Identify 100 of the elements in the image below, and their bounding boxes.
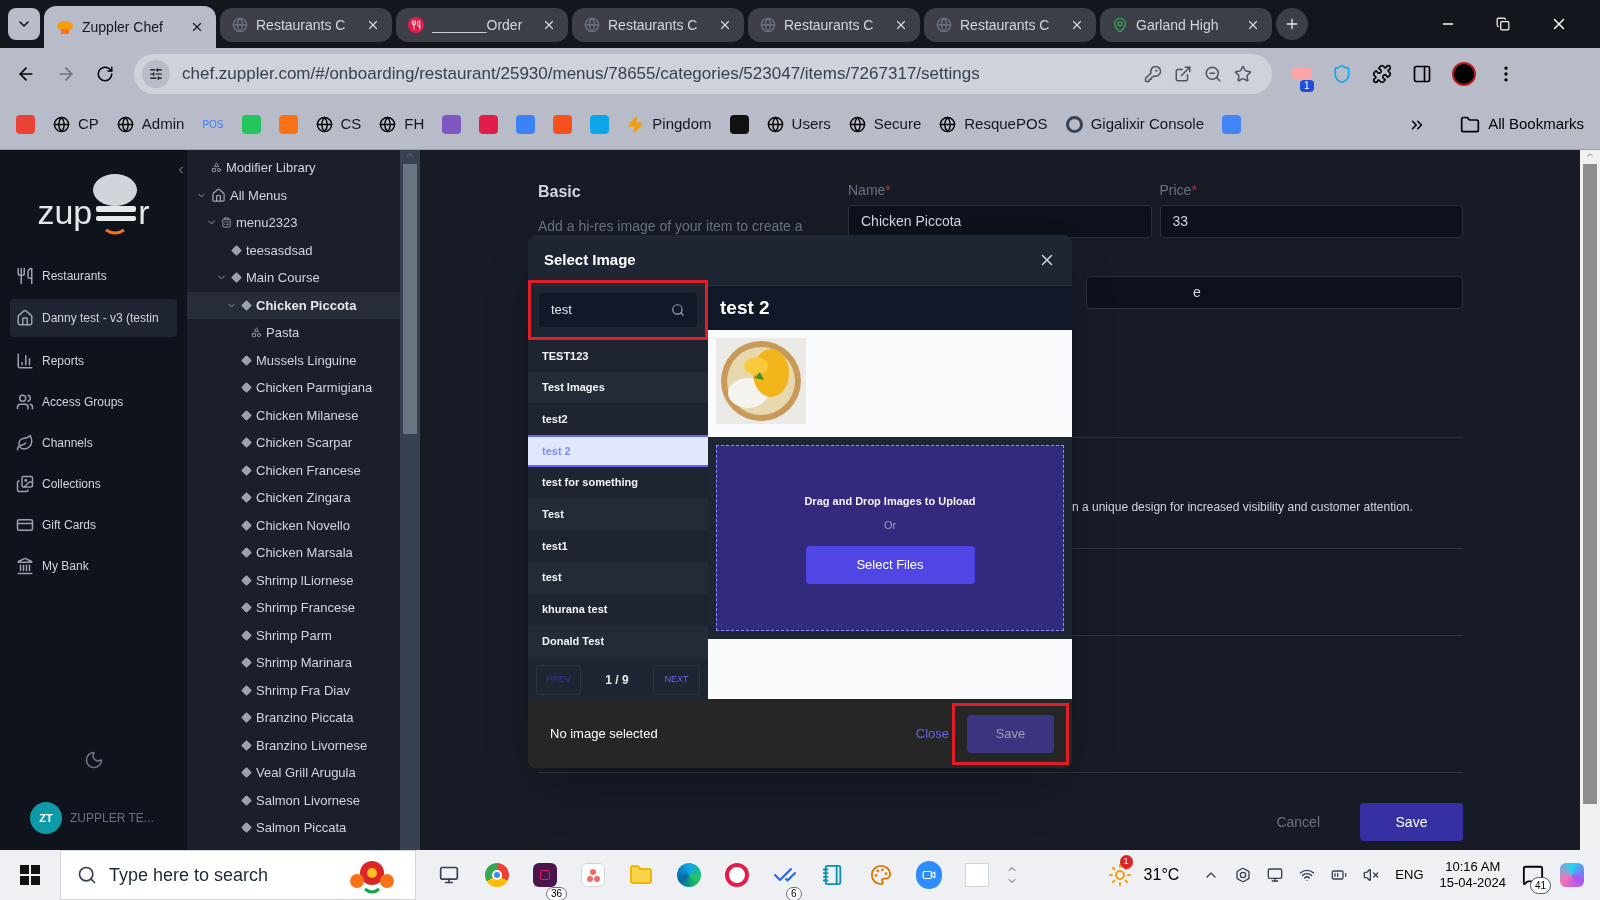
tree-item[interactable]: Branzino Livornese xyxy=(187,731,400,759)
bookmark-link[interactable]: Pingdom xyxy=(652,113,712,136)
tree-item[interactable]: All Menus xyxy=(187,181,400,209)
select-files-button[interactable]: Select Files xyxy=(805,545,975,584)
browser-tab[interactable]: Restaurants C xyxy=(572,8,744,42)
task-view-icon[interactable] xyxy=(439,865,459,885)
browser-tab[interactable]: Garland High xyxy=(1100,8,1272,42)
restore-icon[interactable] xyxy=(1496,17,1510,31)
bookmark-icon[interactable] xyxy=(729,115,749,134)
next-button[interactable]: NEXT xyxy=(653,664,700,695)
input-field[interactable]: 33 xyxy=(1159,205,1463,238)
input-field[interactable]: e xyxy=(1086,276,1463,309)
tree-item[interactable]: Shrimp Fra Diav xyxy=(187,676,400,704)
tree-item[interactable]: Pasta xyxy=(187,319,400,347)
nav-item[interactable]: Restaurants xyxy=(10,258,177,293)
tree-item[interactable]: Chicken Novello xyxy=(187,511,400,539)
bookmark-link[interactable]: Secure xyxy=(873,113,922,136)
nav-item[interactable]: My Bank xyxy=(10,548,177,583)
puzzle-icon[interactable] xyxy=(1372,64,1392,84)
tree-item[interactable]: menu2323 xyxy=(187,209,400,237)
moon-icon[interactable] xyxy=(83,750,104,770)
tree-item[interactable]: Branzino Piccata xyxy=(187,704,400,732)
dots-app-icon[interactable] xyxy=(581,863,605,887)
copilot-icon[interactable] xyxy=(1560,863,1584,887)
monitor-icon[interactable] xyxy=(1267,867,1284,883)
close-icon[interactable] xyxy=(894,18,908,32)
avatar-icon[interactable] xyxy=(1452,62,1476,86)
cancel-button[interactable]: Cancel xyxy=(1276,811,1320,833)
tree-item[interactable]: Mussels Linguine xyxy=(187,346,400,374)
close-icon[interactable] xyxy=(366,18,380,32)
browser-tab[interactable]: Restaurants C xyxy=(924,8,1096,42)
search-bar[interactable]: Type here to search xyxy=(60,850,416,900)
bookmark-link[interactable]: ResquePOS xyxy=(964,113,1048,136)
new-tab-button[interactable] xyxy=(1276,8,1308,40)
tree-item[interactable]: Shrimp Francese xyxy=(187,594,400,622)
tree-item[interactable]: Salmon Piccata xyxy=(187,814,400,842)
bookmark-folder[interactable]: All Bookmarks xyxy=(1488,113,1584,136)
nav-item[interactable]: Reports xyxy=(10,343,177,378)
side-panel-icon[interactable] xyxy=(1412,64,1432,84)
scrollbar[interactable] xyxy=(400,150,420,850)
zoom-out-icon[interactable] xyxy=(1204,65,1222,83)
tab-search-button[interactable] xyxy=(8,8,40,40)
tree-item[interactable]: Chicken Parmigiana xyxy=(187,374,400,402)
browser-tab[interactable]: Restaurants C xyxy=(748,8,920,42)
tree-item[interactable]: Veal Grill Arugula xyxy=(187,759,400,787)
input-field[interactable]: Chicken Piccota xyxy=(848,205,1152,238)
tree-item[interactable]: Chicken Piccota xyxy=(187,291,400,319)
bookmark-link[interactable]: FH xyxy=(404,113,425,136)
bookmark-link[interactable]: CS xyxy=(340,113,362,136)
bookmark-link[interactable]: Gigalixir Console xyxy=(1090,113,1205,136)
nav-item[interactable]: Access Groups xyxy=(10,384,177,419)
site-settings-icon[interactable] xyxy=(149,67,163,81)
tree-item[interactable]: Chicken Francese xyxy=(187,456,400,484)
video-app-icon[interactable] xyxy=(916,861,942,889)
close-icon[interactable] xyxy=(1070,18,1084,32)
mute-icon[interactable] xyxy=(1363,867,1380,883)
tree-item[interactable]: Chicken Milanese xyxy=(187,401,400,429)
nav-item[interactable]: Gift Cards xyxy=(10,507,177,542)
scrollbar[interactable] xyxy=(1580,150,1600,850)
tree-item[interactable]: teesasdsad xyxy=(187,236,400,264)
windows-logo-icon[interactable] xyxy=(20,865,40,885)
battery-icon[interactable] xyxy=(1331,867,1348,883)
tree-item[interactable]: Shrimp Marinara xyxy=(187,649,400,677)
close-icon[interactable] xyxy=(542,18,556,32)
nav-item[interactable]: Collections xyxy=(10,466,177,501)
bookmark-link[interactable]: CP xyxy=(78,113,99,136)
tree-item[interactable]: Modifier Library xyxy=(187,154,400,182)
close-icon[interactable] xyxy=(190,20,204,34)
save-button[interactable]: Save xyxy=(1360,803,1463,841)
language-indicator[interactable]: ENG xyxy=(1395,865,1424,885)
browser-tab[interactable]: Zuppler Chef xyxy=(44,6,216,48)
bookmark-link[interactable]: Users xyxy=(791,113,831,136)
drop-zone[interactable]: Drag and Drop Images to Upload Or Select Files xyxy=(716,445,1064,631)
key-icon[interactable] xyxy=(1144,65,1162,83)
tree-item[interactable]: Salmon Livornese xyxy=(187,786,400,814)
tray-icon[interactable] xyxy=(1235,867,1252,883)
browser-tab[interactable]: _______Order xyxy=(396,8,568,42)
browser-tab[interactable]: Restaurants C xyxy=(220,8,392,42)
bookmark-link[interactable]: Admin xyxy=(141,113,185,136)
tree-item[interactable]: Main Course xyxy=(187,264,400,292)
close-icon[interactable] xyxy=(1246,18,1260,32)
folder-list-item[interactable]: test xyxy=(528,561,708,594)
reload-icon[interactable] xyxy=(96,65,114,83)
close-icon[interactable] xyxy=(718,18,732,32)
tree-item[interactable]: Chicken Marsala xyxy=(187,539,400,567)
search-field[interactable]: test xyxy=(539,293,697,327)
tree-item[interactable]: Chicken Scarpar xyxy=(187,429,400,457)
tree-item[interactable]: Chicken Zingara xyxy=(187,484,400,512)
browser-icon[interactable] xyxy=(677,863,701,887)
folder-list-item[interactable]: Test xyxy=(528,498,708,531)
search-field[interactable]: Type here to search xyxy=(109,861,333,889)
browser-icon[interactable] xyxy=(485,863,509,887)
folder-list-item[interactable]: Test Images xyxy=(528,371,708,404)
star-icon[interactable] xyxy=(1234,65,1252,83)
weather-icon[interactable] xyxy=(1107,863,1132,887)
nav-item[interactable]: Channels xyxy=(10,425,177,460)
search-icon[interactable] xyxy=(671,303,685,317)
wifi-icon[interactable] xyxy=(1299,867,1316,883)
folder-list-item[interactable]: Donald Test xyxy=(528,625,708,657)
notepad-icon[interactable] xyxy=(822,864,844,886)
